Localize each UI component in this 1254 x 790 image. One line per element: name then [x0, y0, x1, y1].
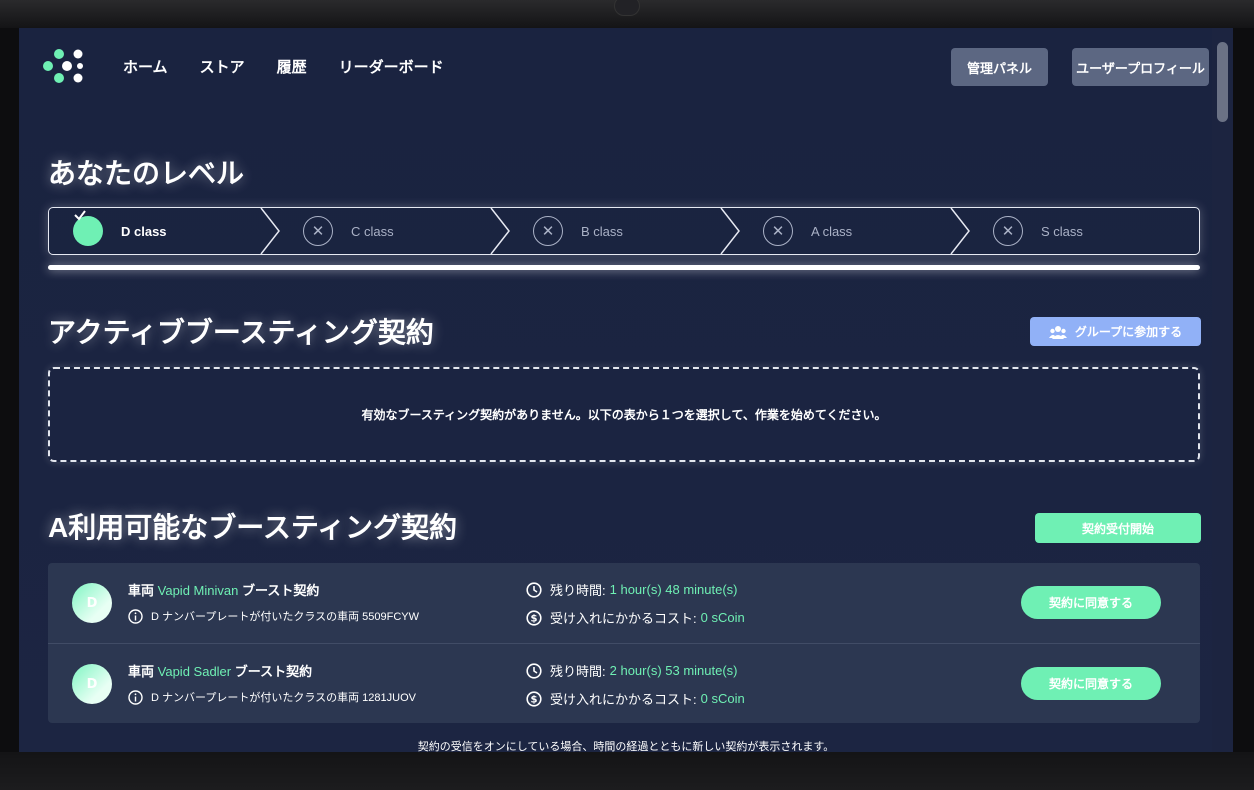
level-step-b: ✕ B class [533, 208, 623, 254]
level-step-label: S class [1041, 223, 1083, 239]
active-contracts-heading: アクティブブースティング契約 [48, 317, 434, 348]
join-group-button[interactable]: グループに参加する [1030, 317, 1201, 346]
plate-text: D ナンバープレートが付いたクラスの車両 1281JUOV [151, 692, 416, 704]
plate-info: D ナンバープレートが付いたクラスの車両 1281JUOV [128, 689, 416, 705]
time-remaining: 残り時間: 1 hour(s) 48 minute(s) [526, 580, 738, 599]
start-accepting-button[interactable]: 契約受付開始 [1035, 513, 1201, 543]
title-suffix: ブースト契約 [241, 583, 320, 598]
close-icon: ✕ [303, 216, 333, 246]
info-icon [128, 608, 143, 624]
scrollbar-thumb[interactable] [1217, 42, 1228, 122]
available-contracts-heading: A利用可能なブースティング契約 [48, 512, 458, 543]
plate-info: D ナンバープレートが付いたクラスの車両 5509FCYW [128, 608, 419, 624]
title-prefix: 車両 [128, 583, 155, 598]
title-prefix: 車両 [128, 664, 155, 679]
svg-text:$: $ [531, 694, 538, 705]
level-heading: あなたのレベル [48, 158, 245, 189]
time-label: 残り時間: [550, 664, 606, 679]
contracts-list: D 車両 Vapid Minivan ブースト契約 D ナンバープレートが付いた… [48, 563, 1200, 723]
device-frame-top [0, 0, 1254, 28]
dollar-icon: $ [526, 609, 542, 626]
accept-contract-button[interactable]: 契約に同意する [1021, 586, 1161, 619]
dollar-icon: $ [526, 690, 542, 707]
close-icon: ✕ [533, 216, 563, 246]
time-label: 残り時間: [550, 583, 606, 598]
contract-row: D 車両 Vapid Sadler ブースト契約 D ナンバープレートが付いたク… [48, 644, 1200, 723]
plate-text: D ナンバープレートが付いたクラスの車両 5509FCYW [151, 611, 420, 623]
time-value: 2 hour(s) 53 minute(s) [609, 663, 738, 678]
empty-message: 有効なブースティング契約がありません。以下の表から１つを選択して、作業を始めてく… [361, 408, 887, 422]
cost-value: 0 sCoin [700, 691, 745, 706]
nav-home[interactable]: ホーム [123, 56, 168, 77]
level-step-c: ✕ C class [303, 208, 394, 254]
cost-label: 受け入れにかかるコスト: [550, 692, 697, 707]
svg-text:$: $ [531, 613, 538, 624]
contract-title: 車両 Vapid Minivan ブースト契約 [128, 580, 319, 599]
nav-leaderboard[interactable]: リーダーボード [339, 56, 444, 77]
title-suffix: ブースト契約 [234, 664, 313, 679]
check-icon [73, 210, 103, 246]
main-nav: ホーム ストア 履歴 リーダーボード [123, 56, 476, 77]
level-step-d: D class [73, 208, 167, 254]
level-progress-bar [48, 265, 1200, 270]
level-stepper: D class ✕ C class ✕ B class ✕ A class ✕ … [48, 207, 1200, 255]
cost-label: 受け入れにかかるコスト: [550, 611, 697, 626]
contracts-footnote: 契約の受信をオンにしている場合、時間の経過とともに新しい契約が表示されます。 [417, 741, 835, 752]
contract-title: 車両 Vapid Sadler ブースト契約 [128, 661, 312, 680]
device-frame-bottom [0, 752, 1254, 790]
empty-active-contracts: 有効なブースティング契約がありません。以下の表から１つを選択して、作業を始めてく… [48, 367, 1200, 462]
admin-panel-button[interactable]: 管理パネル [951, 48, 1048, 86]
info-icon [128, 689, 143, 705]
vehicle-name: Vapid Minivan [157, 583, 239, 598]
level-step-label: C class [351, 223, 394, 239]
user-profile-button[interactable]: ユーザープロフィール [1072, 48, 1209, 86]
group-icon [1048, 325, 1067, 339]
join-group-label: グループに参加する [1074, 325, 1183, 339]
vehicle-name: Vapid Sadler [157, 664, 232, 679]
time-value: 1 hour(s) 48 minute(s) [609, 582, 738, 597]
level-step-s: ✕ S class [993, 208, 1083, 254]
close-icon: ✕ [763, 216, 793, 246]
time-remaining: 残り時間: 2 hour(s) 53 minute(s) [526, 661, 738, 680]
class-badge: D [72, 664, 112, 704]
scrollbar[interactable] [1212, 28, 1233, 752]
level-step-label: D class [121, 223, 167, 239]
contract-row: D 車両 Vapid Minivan ブースト契約 D ナンバープレートが付いた… [48, 563, 1200, 644]
nav-history[interactable]: 履歴 [277, 56, 307, 77]
accept-cost: $ 受け入れにかかるコスト: 0 sCoin [526, 608, 745, 627]
nav-store[interactable]: ストア [200, 56, 245, 77]
cost-value: 0 sCoin [700, 610, 745, 625]
class-badge: D [72, 583, 112, 623]
app-window: ホーム ストア 履歴 リーダーボード 管理パネル ユーザープロフィール あなたの… [19, 28, 1233, 752]
close-icon: ✕ [993, 216, 1023, 246]
camera-icon [614, 0, 640, 16]
clock-icon [526, 662, 542, 679]
logo-icon [43, 49, 83, 83]
accept-contract-button[interactable]: 契約に同意する [1021, 667, 1161, 700]
clock-icon [526, 581, 542, 598]
accept-cost: $ 受け入れにかかるコスト: 0 sCoin [526, 689, 745, 708]
level-step-label: A class [811, 223, 853, 239]
level-step-a: ✕ A class [763, 208, 852, 254]
level-step-label: B class [581, 223, 623, 239]
